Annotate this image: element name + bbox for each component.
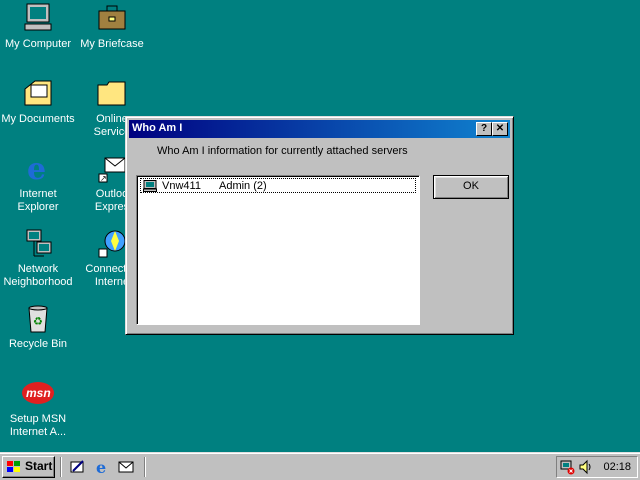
desktop-icon-recycle-bin[interactable]: ♻ Recycle Bin <box>0 302 76 351</box>
user-name: Admin (2) <box>219 180 267 192</box>
dialog-description: Who Am I information for currently attac… <box>157 145 408 157</box>
ok-button[interactable]: OK <box>433 175 509 199</box>
system-tray: 02:18 <box>556 456 638 478</box>
svg-text:msn: msn <box>26 386 51 400</box>
show-desktop-icon[interactable] <box>69 459 87 475</box>
server-icon <box>143 180 157 195</box>
clock[interactable]: 02:18 <box>603 461 631 473</box>
list-item[interactable]: Vnw411 Admin (2) <box>140 178 416 193</box>
svg-text:♻: ♻ <box>33 316 43 328</box>
internet-explorer-icon: e <box>21 152 55 187</box>
internet-explorer-icon[interactable]: e <box>94 458 112 477</box>
desktop-icon-label: My Briefcase <box>80 38 144 50</box>
msn-icon: msn <box>21 377 55 409</box>
desktop-icon-my-briefcase[interactable]: My Briefcase <box>74 2 150 51</box>
desktop-icon-label: Internet Explorer <box>17 188 59 213</box>
desktop-icon-network-neighborhood[interactable]: Network Neighborhood <box>0 227 76 289</box>
start-label: Start <box>25 459 53 473</box>
start-button[interactable]: Start <box>2 456 55 478</box>
taskbar-separator <box>60 457 62 477</box>
desktop-icon-label: Recycle Bin <box>8 338 68 350</box>
network-tray-icon[interactable] <box>560 459 576 478</box>
server-list[interactable]: Vnw411 Admin (2) <box>136 175 420 325</box>
who-am-i-dialog: Who Am I ? ✕ Who Am I information for cu… <box>125 116 514 335</box>
desktop-icon-label: My Documents <box>1 113 75 125</box>
desktop-icon-my-computer[interactable]: My Computer <box>0 2 76 51</box>
computer-icon <box>21 2 55 34</box>
desktop-icon-internet-explorer[interactable]: e Internet Explorer <box>0 152 76 214</box>
documents-folder-icon <box>21 77 55 109</box>
close-button[interactable]: ✕ <box>492 122 508 136</box>
network-icon <box>21 227 55 259</box>
desktop-icon-setup-msn[interactable]: msn Setup MSN Internet A... <box>0 377 76 439</box>
volume-icon[interactable] <box>578 459 594 478</box>
server-name: Vnw411 <box>162 180 201 192</box>
desktop-icon-label: My Computer <box>4 38 72 50</box>
desktop-icon-label: Network Neighborhood <box>3 263 73 288</box>
connect-internet-icon <box>95 227 129 259</box>
desktop-icon-label: Setup MSN Internet A... <box>9 413 67 438</box>
outlook-express-icon: ↗ <box>95 152 129 184</box>
briefcase-icon <box>95 2 129 34</box>
windows-logo-icon <box>6 460 22 480</box>
dialog-title: Who Am I <box>132 122 183 134</box>
outlook-express-icon[interactable] <box>117 459 135 475</box>
svg-text:↗: ↗ <box>100 174 107 183</box>
recycle-bin-icon: ♻ <box>21 302 55 334</box>
svg-text:e: e <box>27 152 46 184</box>
dialog-titlebar[interactable]: Who Am I ? ✕ <box>129 120 510 138</box>
help-button[interactable]: ? <box>476 122 492 136</box>
taskbar-separator <box>144 457 146 477</box>
svg-text:e: e <box>96 459 106 475</box>
taskbar: Start e 02:18 <box>0 452 640 480</box>
desktop-icon-my-documents[interactable]: My Documents <box>0 77 76 126</box>
folder-icon <box>95 77 129 109</box>
